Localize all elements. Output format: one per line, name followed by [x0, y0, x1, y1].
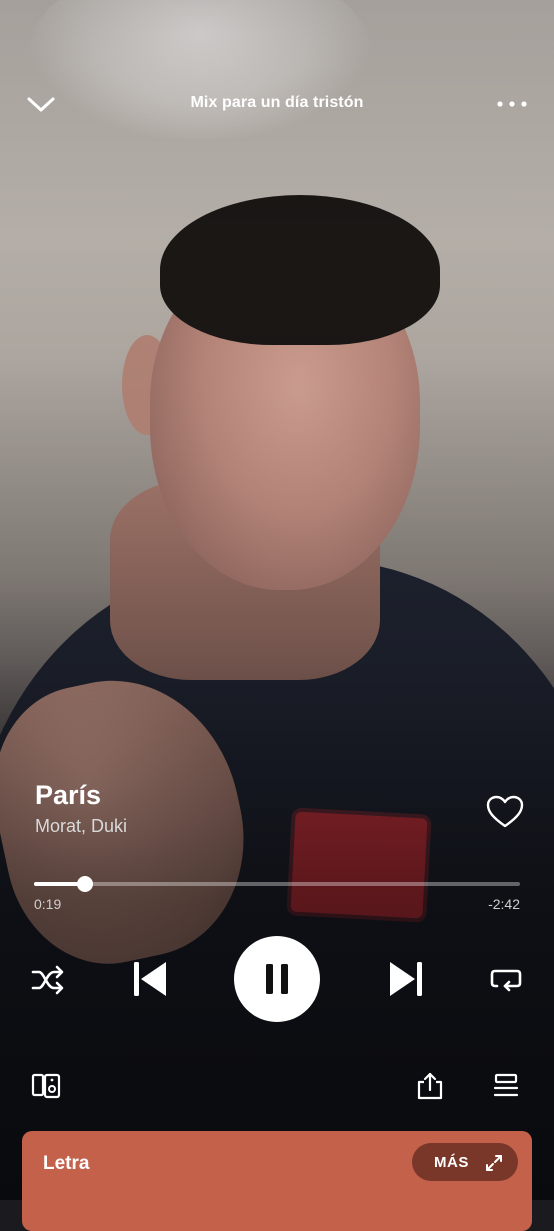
repeat-button[interactable]: [486, 960, 526, 1000]
shuffle-icon: [31, 965, 64, 995]
connect-device-button[interactable]: [28, 1068, 64, 1104]
progress-bar[interactable]: [34, 876, 520, 892]
previous-button[interactable]: [128, 955, 172, 1003]
repeat-icon: [490, 969, 522, 992]
expand-icon: [486, 1155, 502, 1171]
heart-icon[interactable]: [486, 795, 524, 829]
share-button[interactable]: [412, 1068, 448, 1104]
elapsed-time: 0:19: [34, 896, 62, 912]
playlist-title: Mix para un día tristón: [190, 94, 364, 111]
more-horizontal-icon[interactable]: [494, 94, 530, 114]
queue-button[interactable]: [488, 1068, 524, 1104]
now-playing-header: Mix para un día tristón: [0, 80, 554, 130]
lyrics-label: Letra: [43, 1153, 90, 1174]
track-artists[interactable]: Morat, Duki: [35, 816, 455, 837]
remaining-time: -2:42: [488, 896, 520, 912]
skip-next-icon: [390, 962, 422, 996]
share-icon: [417, 1072, 443, 1100]
progress-knob[interactable]: [77, 876, 94, 892]
connect-device-icon: [31, 1073, 61, 1099]
queue-icon: [493, 1073, 519, 1097]
lyrics-card[interactable]: Letra MÁS: [22, 1131, 532, 1231]
next-button[interactable]: [384, 955, 428, 1003]
track-info: París Morat, Duki: [35, 778, 455, 837]
skip-previous-icon: [134, 962, 166, 996]
lyrics-more-label: MÁS: [434, 1153, 469, 1171]
chevron-down-icon[interactable]: [24, 92, 58, 116]
pause-icon: [266, 964, 288, 994]
track-title[interactable]: París: [35, 778, 455, 812]
lyrics-more-button[interactable]: MÁS: [412, 1143, 518, 1181]
pause-button[interactable]: [234, 936, 320, 1022]
shuffle-button[interactable]: [28, 960, 68, 1000]
